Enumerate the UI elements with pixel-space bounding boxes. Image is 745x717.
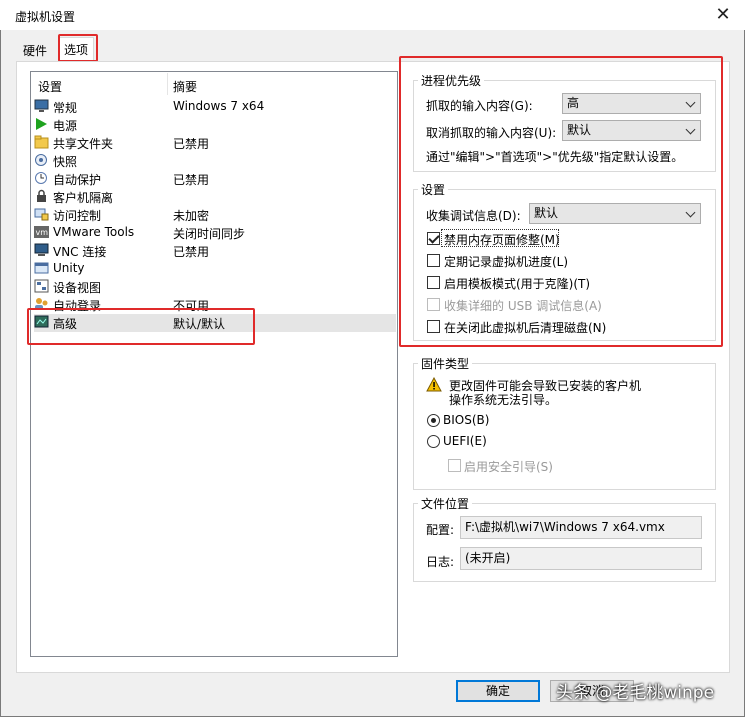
list-item-guest-isolation[interactable]: 客户机隔离 bbox=[34, 188, 396, 206]
play-icon bbox=[34, 117, 49, 131]
log-path-field[interactable]: (未开启) bbox=[460, 547, 702, 570]
list-item-power[interactable]: 电源 bbox=[34, 116, 396, 134]
list-header-summary[interactable]: 摘要 bbox=[173, 78, 197, 95]
log-label: 日志: bbox=[426, 555, 455, 569]
close-icon[interactable]: ✕ bbox=[711, 4, 735, 26]
clock-icon bbox=[34, 171, 49, 185]
tab-highlight-box bbox=[58, 34, 98, 62]
shared-folder-icon bbox=[34, 135, 49, 149]
secure-boot-label: 启用安全引导(S) bbox=[464, 460, 553, 474]
list-item-device-view[interactable]: 设备视图 bbox=[34, 278, 396, 296]
firmware-legend: 固件类型 bbox=[418, 355, 473, 372]
settings-highlight-box bbox=[399, 56, 723, 347]
list-item-shared-folders[interactable]: 共享文件夹 已禁用 bbox=[34, 134, 396, 152]
list-header-setting[interactable]: 设置 bbox=[38, 78, 62, 95]
bios-radio[interactable] bbox=[427, 414, 440, 427]
snapshot-icon bbox=[34, 153, 49, 167]
advanced-highlight-box bbox=[27, 308, 255, 345]
access-control-icon bbox=[34, 207, 49, 221]
firmware-warning-line2: 操作系统无法引导。 bbox=[449, 393, 558, 407]
monitor-icon bbox=[34, 99, 49, 113]
vnc-icon bbox=[34, 243, 49, 257]
svg-text:vm: vm bbox=[36, 228, 49, 237]
list-item-vmware-tools[interactable]: vm VMware Tools 关闭时间同步 bbox=[34, 224, 396, 242]
config-path-field[interactable]: F:\虚拟机\wi7\Windows 7 x64.vmx bbox=[460, 516, 702, 539]
list-item-snapshots[interactable]: 快照 bbox=[34, 152, 396, 170]
uefi-label[interactable]: UEFI(E) bbox=[443, 434, 487, 448]
column-divider bbox=[167, 73, 168, 95]
config-label: 配置: bbox=[426, 523, 455, 537]
lock-icon bbox=[34, 189, 49, 203]
tab-hardware[interactable]: 硬件 bbox=[17, 41, 53, 63]
list-item-general[interactable]: 常规 Windows 7 x64 bbox=[34, 98, 396, 116]
file-location-legend: 文件位置 bbox=[418, 495, 473, 512]
device-view-icon bbox=[34, 279, 49, 293]
list-item-access-control[interactable]: 访问控制 未加密 bbox=[34, 206, 396, 224]
list-item-unity[interactable]: Unity bbox=[34, 260, 396, 278]
file-location-group bbox=[413, 503, 716, 582]
window-title: 虚拟机设置 bbox=[15, 10, 76, 24]
vm-icon: vm bbox=[34, 225, 49, 239]
list-item-autoprotect[interactable]: 自动保护 已禁用 bbox=[34, 170, 396, 188]
bios-label[interactable]: BIOS(B) bbox=[443, 413, 489, 427]
secure-boot-checkbox bbox=[448, 459, 461, 472]
unity-icon bbox=[34, 261, 49, 275]
warning-icon bbox=[426, 376, 442, 392]
title-bar bbox=[0, 0, 745, 30]
uefi-radio[interactable] bbox=[427, 435, 440, 448]
watermark: 头条 @老毛桃winpe bbox=[556, 683, 715, 703]
ok-button[interactable]: 确定 bbox=[456, 680, 540, 702]
list-item-vnc[interactable]: VNC 连接 已禁用 bbox=[34, 242, 396, 260]
